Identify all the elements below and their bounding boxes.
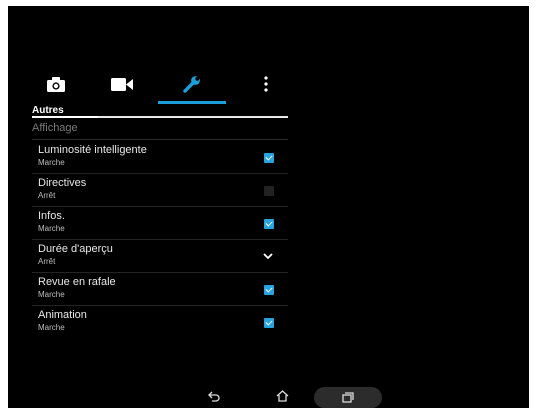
- tab-video[interactable]: [96, 66, 148, 102]
- setting-burst-review[interactable]: Revue en rafale Marche: [32, 273, 288, 306]
- setting-status: Marche: [38, 224, 65, 233]
- checkbox-unchecked[interactable]: [264, 186, 274, 196]
- checkbox-checked[interactable]: [264, 219, 274, 229]
- home-button[interactable]: [272, 385, 292, 407]
- more-vert-icon: [264, 76, 268, 92]
- setting-title: Directives: [38, 177, 87, 189]
- setting-status: Arrêt: [38, 257, 56, 266]
- tab-settings[interactable]: [158, 66, 226, 104]
- camera-icon: [47, 76, 65, 92]
- section-divider: [32, 116, 288, 118]
- setting-title: Durée d'aperçu: [38, 243, 113, 255]
- chevron-down-icon[interactable]: [262, 250, 274, 262]
- setting-smart-brightness[interactable]: Luminosité intelligente Marche: [32, 141, 288, 174]
- setting-info[interactable]: Infos. Marche: [32, 207, 288, 240]
- tab-camera[interactable]: [30, 66, 82, 102]
- setting-status: Marche: [38, 323, 65, 332]
- checkbox-checked[interactable]: [264, 285, 274, 295]
- recents-button[interactable]: [314, 387, 382, 408]
- setting-status: Arrêt: [38, 191, 56, 200]
- group-title: Affichage: [32, 122, 78, 134]
- setting-title: Revue en rafale: [38, 276, 116, 288]
- recents-icon: [342, 392, 354, 403]
- active-tab-indicator: [158, 101, 226, 104]
- setting-title: Animation: [38, 309, 87, 321]
- wrench-icon: [183, 76, 200, 93]
- setting-title: Infos.: [38, 210, 65, 222]
- checkbox-checked[interactable]: [264, 153, 274, 163]
- back-icon: [208, 391, 220, 402]
- camera-settings-screen: Autres Affichage Luminosité intelligente…: [8, 6, 529, 408]
- setting-title: Luminosité intelligente: [38, 144, 147, 156]
- tab-more[interactable]: [240, 66, 292, 102]
- settings-tab-bar: [30, 66, 292, 106]
- checkbox-checked[interactable]: [264, 318, 274, 328]
- home-icon: [276, 390, 288, 402]
- video-camera-icon: [111, 77, 133, 91]
- setting-preview-duration[interactable]: Durée d'aperçu Arrêt: [32, 240, 288, 273]
- setting-status: Marche: [38, 290, 65, 299]
- group-divider: [32, 139, 288, 140]
- setting-guidelines[interactable]: Directives Arrêt: [32, 174, 288, 207]
- back-button[interactable]: [204, 385, 224, 407]
- setting-animation[interactable]: Animation Marche: [32, 306, 288, 339]
- section-title: Autres: [32, 105, 64, 116]
- setting-status: Marche: [38, 158, 65, 167]
